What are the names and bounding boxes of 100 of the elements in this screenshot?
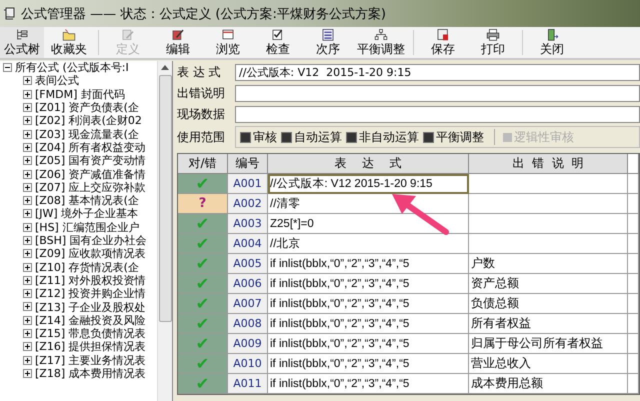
tree-item[interactable]: [FMDM] 封面代码: [35, 86, 125, 102]
expand-icon[interactable]: [23, 356, 32, 365]
tree-item[interactable]: [Z04] 所有者权益变动: [35, 140, 146, 155]
table-cell[interactable]: if inlist(bblx,“0”,“2”,“3”,“4”,“5: [268, 254, 469, 274]
tree-item[interactable]: [Z14] 金融投资及风险: [35, 312, 146, 328]
table-cell: A008: [228, 314, 268, 334]
expand-icon[interactable]: [23, 368, 32, 378]
table-cell: A007: [228, 294, 268, 314]
expand-icon[interactable]: [23, 302, 32, 312]
tree-item[interactable]: 表间公式: [35, 73, 79, 88]
toolbar-button[interactable]: 收藏夹: [44, 27, 94, 58]
tree-item[interactable]: [BSH] 国有企业办社会: [35, 233, 147, 248]
expand-icon[interactable]: [23, 170, 32, 179]
scope-toggle[interactable]: 平衡调整: [423, 128, 484, 146]
table-cell[interactable]: //北京: [268, 234, 469, 254]
table-cell: 成本费用总额: [469, 374, 628, 394]
tree-item[interactable]: [Z05] 国有资产变动情: [35, 153, 146, 168]
tree-item[interactable]: [Z10] 存货情况表(企: [35, 260, 139, 275]
toolbar-button[interactable]: 检查: [253, 27, 303, 58]
toolbar-button[interactable]: 编辑: [153, 27, 203, 58]
field-label: 现场数据: [177, 106, 226, 123]
table-cell: A010: [228, 354, 268, 374]
status-cell: ✔: [178, 234, 228, 254]
status-cell: ✔: [178, 314, 228, 334]
expand-icon[interactable]: [23, 316, 32, 325]
status-cell: ✔: [178, 214, 228, 234]
expand-icon[interactable]: [23, 196, 32, 206]
column-header[interactable]: 编号: [228, 154, 268, 174]
scope-toggle[interactable]: 非自动运算: [346, 128, 419, 146]
expand-icon[interactable]: [23, 289, 32, 298]
scope-toggle[interactable]: 审核: [240, 128, 277, 146]
expand-icon[interactable]: [23, 130, 32, 139]
table-cell: A005: [228, 254, 268, 274]
table-cell[interactable]: if inlist(bblx,“0”,“2”,“3”,“4”,“5: [268, 314, 469, 334]
status-cell: ✔: [178, 174, 228, 194]
status-cell: ✔: [178, 274, 228, 294]
toolbar-button[interactable]: 保存: [418, 27, 468, 58]
tree-item[interactable]: [Z16] 提供担保情况表: [35, 339, 146, 354]
table-cell[interactable]: if inlist(bblx,“0”,“2”,“3”,“4”,“5: [268, 334, 469, 354]
expand-icon[interactable]: [23, 209, 32, 218]
tree-item[interactable]: [Z07] 应上交应弥补款: [35, 180, 146, 195]
table-cell: A003: [228, 214, 268, 234]
column-header[interactable]: 表 达 式: [268, 154, 469, 174]
collapse-icon[interactable]: [3, 63, 12, 72]
expand-icon[interactable]: [23, 329, 32, 338]
status-cell: ✔: [178, 374, 228, 394]
expand-icon[interactable]: [23, 103, 32, 112]
tree-item[interactable]: [Z18] 成本费用情况表: [35, 366, 146, 381]
tree-item[interactable]: [Z12] 投资并购企业情: [35, 286, 146, 302]
input-field[interactable]: [235, 85, 640, 102]
expand-icon[interactable]: [23, 90, 32, 99]
tree-item[interactable]: [Z03] 现金流量表(企: [35, 126, 139, 142]
expand-icon[interactable]: [23, 276, 32, 285]
expand-icon[interactable]: [23, 236, 32, 245]
tree-item[interactable]: [Z08] 基本情况表(企: [35, 193, 139, 208]
table-cell[interactable]: if inlist(bblx,“0”,“2”,“3”,“4”,“5: [268, 374, 469, 394]
table-cell: A002: [228, 194, 268, 214]
table-cell: A004: [228, 234, 268, 254]
tree-item[interactable]: [Z15] 带息负债情况表: [35, 326, 146, 342]
toolbar-button[interactable]: 平衡调整: [353, 27, 409, 58]
scope-toggle[interactable]: 自动运算: [281, 128, 342, 146]
expand-icon[interactable]: [23, 76, 32, 86]
status-cell: ?: [178, 194, 228, 214]
expand-icon[interactable]: [23, 156, 32, 166]
table-cell: A006: [228, 274, 268, 294]
tree-item[interactable]: [Z01] 资产负债表(企: [35, 100, 139, 116]
expand-icon[interactable]: [23, 182, 32, 192]
toolbar-button[interactable]: 打印: [468, 27, 518, 58]
toolbar-button[interactable]: 关闭: [527, 27, 577, 58]
tree-item[interactable]: [Z11] 对外股权投资情: [35, 272, 146, 288]
expand-icon[interactable]: [23, 262, 32, 272]
table-cell[interactable]: if inlist(bblx,“0”,“2”,“3”,“4”,“5: [268, 294, 469, 314]
tree-item[interactable]: 所有公式 (公式版本号:I: [15, 61, 129, 76]
scrollbar[interactable]: [157, 61, 172, 401]
column-header[interactable]: 对/错: [178, 154, 228, 174]
tree-item[interactable]: [Z17] 主要业务情况表: [35, 352, 146, 368]
toolbar-button[interactable]: 浏览: [203, 27, 253, 58]
table-cell[interactable]: //公式版本: V12 2015-1-20 9:15: [268, 174, 469, 194]
scroll-icon: [3, 7, 15, 20]
table-cell[interactable]: Z25[*]=0: [268, 214, 469, 234]
input-field[interactable]: //公式版本: V12 2015-1-20 9:15: [235, 64, 640, 81]
tree-item[interactable]: [Z13] 子企业及股权处: [35, 300, 146, 314]
scroll-up-icon[interactable]: [161, 65, 169, 70]
expand-icon[interactable]: [23, 249, 32, 258]
toolbar-button[interactable]: 公式树: [0, 27, 44, 58]
table-cell[interactable]: if inlist(bblx,“0”,“2”,“3”,“4”,“5: [268, 354, 469, 374]
toolbar-button[interactable]: 次序: [303, 27, 353, 58]
expand-icon[interactable]: [23, 142, 32, 152]
column-header[interactable]: 出 错 说 明: [469, 154, 628, 174]
expand-icon[interactable]: [23, 116, 32, 126]
expand-icon[interactable]: [23, 222, 32, 232]
input-field[interactable]: [235, 106, 640, 123]
table-cell[interactable]: if inlist(bblx,“0”,“2”,“3”,“4”,“5: [268, 274, 469, 294]
tree-item[interactable]: [Z06] 资产减值准备情: [35, 166, 146, 182]
field-label: 出错说明: [177, 85, 226, 102]
tree-item[interactable]: [HS] 汇编范围企业户: [35, 220, 140, 235]
tree-item[interactable]: [Z02] 利润表(企财02: [35, 113, 142, 128]
tree-item[interactable]: [Z09] 应收款项情况表: [35, 246, 146, 262]
tree-item[interactable]: [JW] 境外子企业基本: [35, 206, 138, 222]
expand-icon[interactable]: [23, 342, 32, 352]
